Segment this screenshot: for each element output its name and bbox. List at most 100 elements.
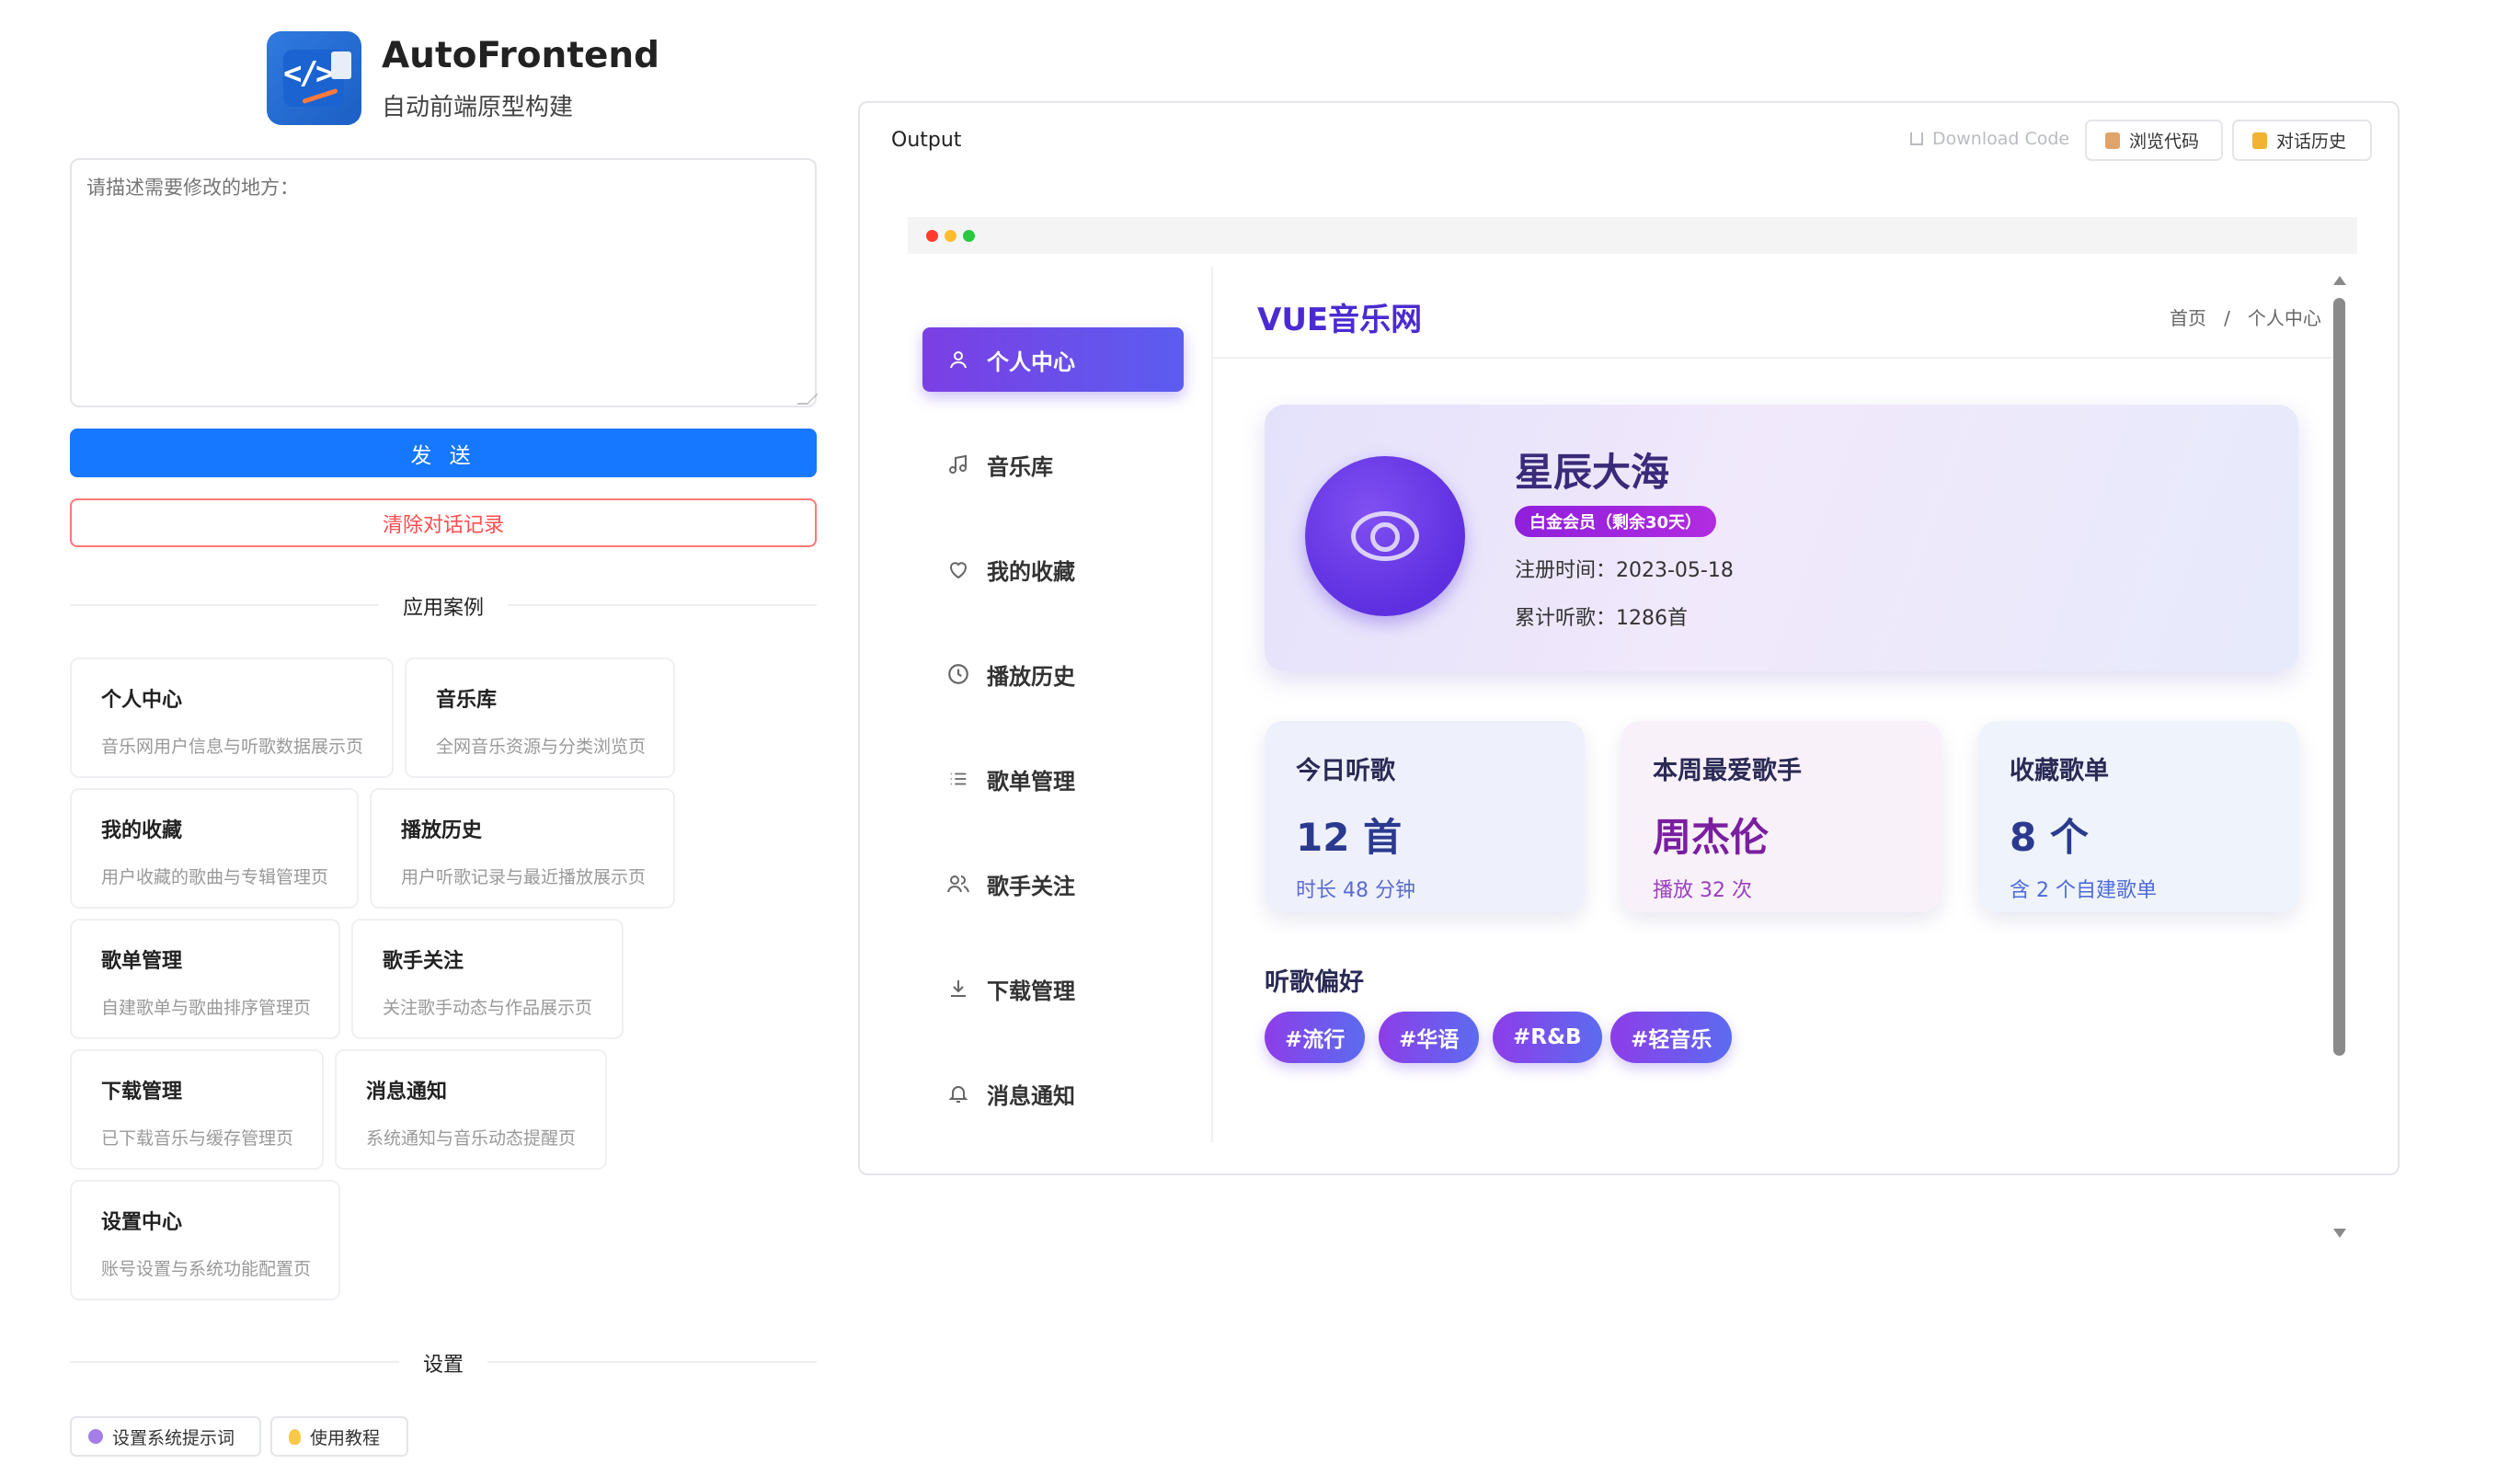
case-card-history[interactable]: 播放历史 用户听歌记录与最近播放展示页: [370, 788, 675, 909]
case-card-artist-follow[interactable]: 歌手关注 关注歌手动态与作品展示页: [351, 919, 624, 1039]
case-card-profile[interactable]: 个人中心 音乐网用户信息与听歌数据展示页: [70, 658, 394, 778]
breadcrumb: 首页 / 个人中心: [2170, 303, 2321, 330]
case-card-music-library[interactable]: 音乐库 全网音乐资源与分类浏览页: [405, 658, 675, 778]
maximize-dot-icon: [963, 230, 975, 242]
case-title: 歌单管理: [101, 950, 183, 973]
case-desc: 音乐网用户信息与听歌数据展示页: [101, 737, 364, 757]
case-title: 音乐库: [436, 689, 498, 712]
stat-card-playlists: 收藏歌单 8 个 含 2 个自建歌单: [1978, 721, 2298, 912]
case-title: 播放历史: [401, 819, 483, 842]
stat-card-today: 今日听歌 12 首 时长 48 分钟: [1265, 721, 1585, 912]
scrollbar-thumb[interactable]: [2333, 298, 2345, 1056]
chat-history-label: 对话历史: [2276, 132, 2347, 152]
total-listen: 累计听歌：1286首: [1515, 607, 1688, 630]
download-code-label: Download Code: [1932, 129, 2070, 149]
nav-label: 个人中心: [987, 349, 1075, 375]
bell-icon: [946, 1081, 970, 1105]
gear-icon: [88, 1429, 103, 1444]
case-title: 消息通知: [366, 1081, 448, 1104]
case-card-settings[interactable]: 设置中心 账号设置与系统功能配置页: [70, 1180, 340, 1300]
case-card-playlists[interactable]: 歌单管理 自建歌单与歌曲排序管理页: [70, 919, 340, 1039]
stat-sub: 含 2 个自建歌单: [2010, 879, 2157, 902]
close-dot-icon: [926, 230, 938, 242]
case-desc: 自建歌单与歌曲排序管理页: [101, 998, 312, 1018]
browse-code-button[interactable]: 浏览代码: [2085, 120, 2223, 161]
site-title: VUE音乐网: [1257, 302, 1423, 338]
prompt-input[interactable]: [70, 158, 817, 407]
preference-tag[interactable]: #轻音乐: [1610, 1012, 1733, 1063]
case-desc: 全网音乐资源与分类浏览页: [436, 737, 647, 757]
system-prompt-button[interactable]: 设置系统提示词: [70, 1416, 261, 1457]
scroll-up-arrow-icon[interactable]: [2333, 276, 2346, 285]
case-desc: 系统通知与音乐动态提醒页: [366, 1128, 577, 1149]
breadcrumb-separator: /: [2224, 307, 2230, 329]
app-logo: </>: [267, 31, 361, 125]
app-title: AutoFrontend: [382, 35, 660, 76]
case-desc: 用户听歌记录与最近播放展示页: [401, 867, 647, 887]
nav-item-history[interactable]: 播放历史: [922, 642, 1184, 706]
nav-divider: [1211, 267, 1213, 1142]
list-icon: [946, 767, 970, 791]
preference-tag[interactable]: #R&B: [1493, 1012, 1602, 1063]
nav-item-artist-follow[interactable]: 歌手关注: [922, 852, 1184, 916]
nav-item-notifications[interactable]: 消息通知: [922, 1061, 1184, 1126]
vip-badge: 白金会员（剩余30天）: [1515, 506, 1717, 537]
stat-label: 本周最爱歌手: [1653, 757, 1802, 785]
case-title: 设置中心: [101, 1211, 183, 1234]
code-brackets-glyph: </>: [283, 55, 334, 92]
nav-label: 歌单管理: [987, 768, 1075, 795]
chat-history-button[interactable]: 对话历史: [2232, 120, 2372, 161]
tutorial-label: 使用教程: [310, 1427, 381, 1448]
stat-value: 8 个: [2010, 815, 2089, 860]
system-prompt-label: 设置系统提示词: [112, 1427, 235, 1448]
output-panel: Output Download Code 浏览代码 对话历史 个人中心 音乐库: [858, 101, 2400, 1238]
case-title: 个人中心: [101, 689, 183, 712]
download-icon: [1910, 132, 1923, 145]
send-button[interactable]: 发 送: [70, 429, 817, 477]
preference-tag[interactable]: #华语: [1379, 1012, 1480, 1063]
avatar[interactable]: [1305, 456, 1465, 616]
nav-item-music-library[interactable]: 音乐库: [922, 432, 1184, 497]
scroll-down-arrow-icon[interactable]: [2333, 1229, 2346, 1238]
browse-code-label: 浏览代码: [2129, 132, 2200, 152]
music-note-icon: [946, 452, 970, 476]
header-divider: [1213, 357, 2335, 359]
nav-item-profile[interactable]: 个人中心: [922, 327, 1184, 392]
case-card-favorites[interactable]: 我的收藏 用户收藏的歌曲与专辑管理页: [70, 788, 359, 909]
case-desc: 账号设置与系统功能配置页: [101, 1259, 312, 1279]
preview-frame: 个人中心 音乐库 我的收藏 播放历史 歌单管理 歌手关注 下载管理 消息通知 V…: [908, 267, 2357, 1150]
clear-history-button[interactable]: 清除对话记录: [70, 498, 817, 547]
case-desc: 用户收藏的歌曲与专辑管理页: [101, 867, 329, 887]
scroll-icon: [2252, 132, 2267, 149]
preferences-title: 听歌偏好: [1265, 968, 1364, 997]
user-icon: [946, 348, 970, 372]
stat-sub: 播放 32 次: [1653, 879, 1752, 902]
eye-pupil-icon: [1370, 522, 1400, 552]
case-card-notifications[interactable]: 消息通知 系统通知与音乐动态提醒页: [335, 1049, 607, 1170]
minimize-dot-icon: [945, 230, 956, 242]
nav-item-favorites[interactable]: 我的收藏: [922, 537, 1184, 601]
download-code-button[interactable]: Download Code: [1910, 129, 2069, 149]
case-card-downloads[interactable]: 下载管理 已下载音乐与缓存管理页: [70, 1049, 324, 1170]
nav-item-playlists[interactable]: 歌单管理: [922, 747, 1184, 811]
register-date: 注册时间：2023-05-18: [1515, 559, 1734, 582]
nav-item-downloads[interactable]: 下载管理: [922, 956, 1184, 1021]
breadcrumb-current: 个人中心: [2247, 307, 2321, 329]
nav-label: 我的收藏: [987, 558, 1075, 585]
case-title: 下载管理: [101, 1081, 183, 1104]
app-subtitle: 自动前端原型构建: [382, 94, 574, 121]
case-desc: 关注歌手动态与作品展示页: [383, 998, 593, 1018]
nav-label: 下载管理: [987, 978, 1075, 1004]
preference-tag[interactable]: #流行: [1265, 1012, 1366, 1063]
output-label: Output: [891, 129, 962, 152]
nav-label: 音乐库: [987, 453, 1053, 480]
breadcrumb-home[interactable]: 首页: [2170, 307, 2206, 329]
user-name: 星辰大海: [1515, 450, 1670, 495]
person-icon: [2105, 132, 2120, 149]
browser-toolbar: [908, 217, 2357, 254]
document-icon: [331, 51, 351, 79]
lightbulb-icon: [289, 1428, 301, 1445]
case-title: 我的收藏: [101, 819, 183, 842]
tutorial-button[interactable]: 使用教程: [270, 1416, 408, 1457]
profile-card: 星辰大海 白金会员（剩余30天） 注册时间：2023-05-18 累计听歌：12…: [1265, 405, 2298, 671]
